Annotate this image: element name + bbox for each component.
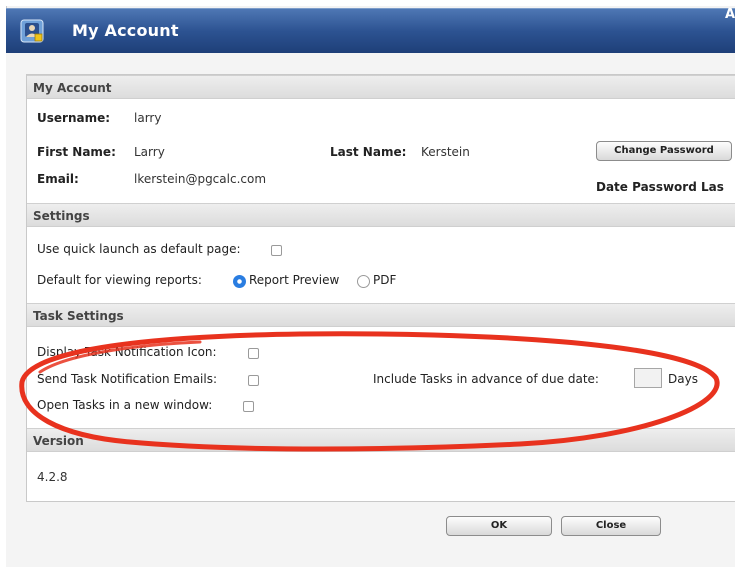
first-name-label: First Name: [37, 145, 116, 159]
title-bar: My Account A [6, 7, 735, 53]
section-header-my-account: My Account [27, 75, 735, 99]
email-label: Email: [37, 172, 79, 186]
open-new-window-label: Open Tasks in a new window: [37, 398, 213, 412]
pdf-label: PDF [373, 273, 397, 287]
report-preview-label: Report Preview [249, 273, 340, 287]
send-task-emails-checkbox[interactable] [248, 375, 259, 386]
email-value: lkerstein@pgcalc.com [134, 172, 267, 186]
ok-button[interactable]: OK [446, 516, 552, 536]
days-label: Days [668, 372, 698, 386]
section-header-task-settings: Task Settings [27, 303, 735, 327]
change-password-button[interactable]: Change Password [596, 141, 732, 161]
open-new-window-checkbox[interactable] [243, 401, 254, 412]
send-task-emails-label: Send Task Notification Emails: [37, 372, 218, 386]
username-label: Username: [37, 111, 111, 125]
report-preview-radio[interactable] [233, 275, 246, 288]
close-button[interactable]: Close [561, 516, 661, 536]
section-header-settings: Settings [27, 203, 735, 227]
quick-launch-checkbox[interactable] [271, 245, 282, 256]
display-task-icon-label: Display Task Notification Icon: [37, 345, 217, 359]
date-password-label: Date Password Las [596, 180, 724, 194]
quick-launch-label: Use quick launch as default page: [37, 242, 241, 256]
last-name-label: Last Name: [330, 145, 407, 159]
username-value: larry [134, 111, 162, 125]
advance-due-date-label: Include Tasks in advance of due date: [373, 372, 599, 386]
version-number: 4.2.8 [37, 470, 68, 484]
section-header-version: Version [27, 428, 735, 452]
pdf-radio[interactable] [357, 275, 370, 288]
last-name-value: Kerstein [421, 145, 470, 159]
first-name-value: Larry [134, 145, 165, 159]
display-task-icon-checkbox[interactable] [248, 348, 259, 359]
view-reports-label: Default for viewing reports: [37, 273, 202, 287]
advance-days-input[interactable] [634, 368, 662, 388]
account-app-icon [20, 19, 44, 43]
title-corner-mark: A [724, 7, 735, 22]
window-title: My Account [72, 21, 179, 40]
